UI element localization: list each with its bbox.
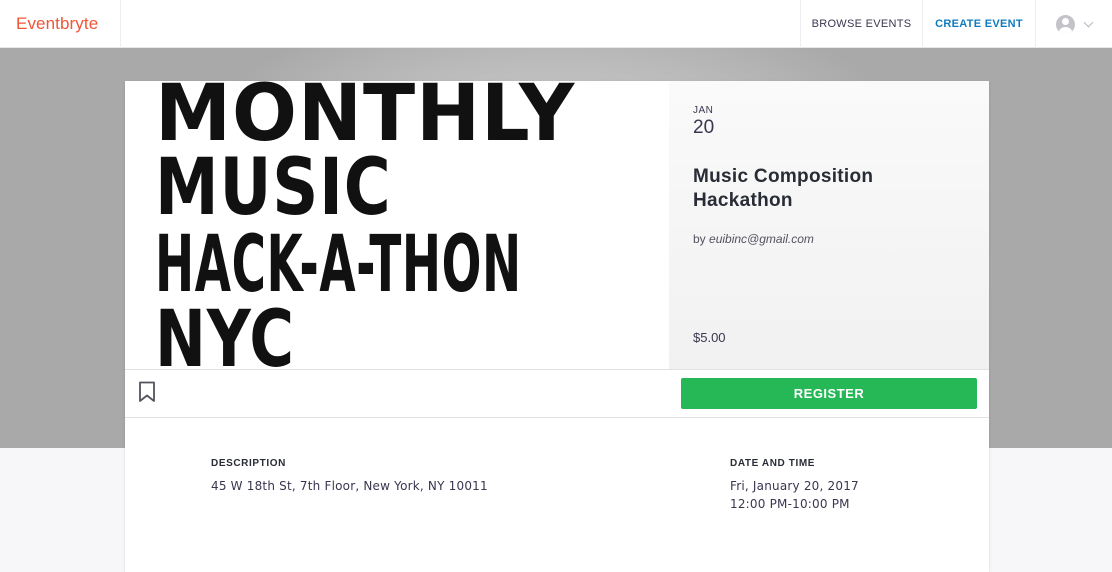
bookmark-icon[interactable]: [138, 381, 156, 403]
description-section: DESCRIPTION 45 W 18th St, 7th Floor, New…: [211, 458, 488, 495]
byline-prefix: by: [693, 232, 710, 246]
register-button[interactable]: REGISTER: [681, 378, 977, 409]
date-time-text: Fri, January 20, 2017 12:00 PM-10:00 PM: [730, 477, 859, 513]
event-summary-panel: JAN 20 Music Composition Hackathon by eu…: [669, 81, 989, 369]
eventbryte-logo[interactable]: Eventbryte: [0, 0, 121, 48]
event-title: Music Composition Hackathon: [693, 166, 874, 211]
date-time-section: DATE AND TIME Fri, January 20, 2017 12:0…: [730, 458, 859, 513]
event-details: DESCRIPTION 45 W 18th St, 7th Floor, New…: [125, 418, 989, 572]
top-navigation: Eventbryte BROWSE EVENTS CREATE EVENT: [0, 0, 1112, 48]
event-price: $5.00: [693, 330, 726, 345]
organizer-link[interactable]: euibinc@gmail.com: [709, 232, 814, 246]
browse-events-link[interactable]: BROWSE EVENTS: [800, 0, 922, 48]
chevron-down-icon: [1083, 17, 1094, 27]
description-text: 45 W 18th St, 7th Floor, New York, NY 10…: [211, 479, 488, 493]
event-card: MONTHLY MUSIC HACK-A-THON NYC JAN 20 Mus…: [125, 81, 989, 572]
event-month: JAN: [693, 105, 714, 116]
organizer-byline: by euibinc@gmail.com: [693, 232, 965, 246]
poster-text-line: HACK-A-THON: [155, 220, 522, 310]
event-date: Fri, January 20, 2017: [730, 479, 859, 493]
user-menu[interactable]: [1035, 0, 1112, 48]
user-avatar-icon: [1056, 14, 1075, 34]
event-poster-image: MONTHLY MUSIC HACK-A-THON NYC: [125, 81, 669, 369]
event-action-bar: REGISTER: [125, 369, 989, 418]
create-event-link[interactable]: CREATE EVENT: [922, 0, 1035, 48]
poster-text-line: NYC: [155, 295, 295, 369]
event-day: 20: [693, 117, 715, 138]
description-heading: DESCRIPTION: [211, 458, 286, 469]
poster-text-line: MUSIC: [155, 143, 392, 233]
date-time-heading: DATE AND TIME: [730, 458, 816, 469]
event-time: 12:00 PM-10:00 PM: [730, 497, 850, 511]
